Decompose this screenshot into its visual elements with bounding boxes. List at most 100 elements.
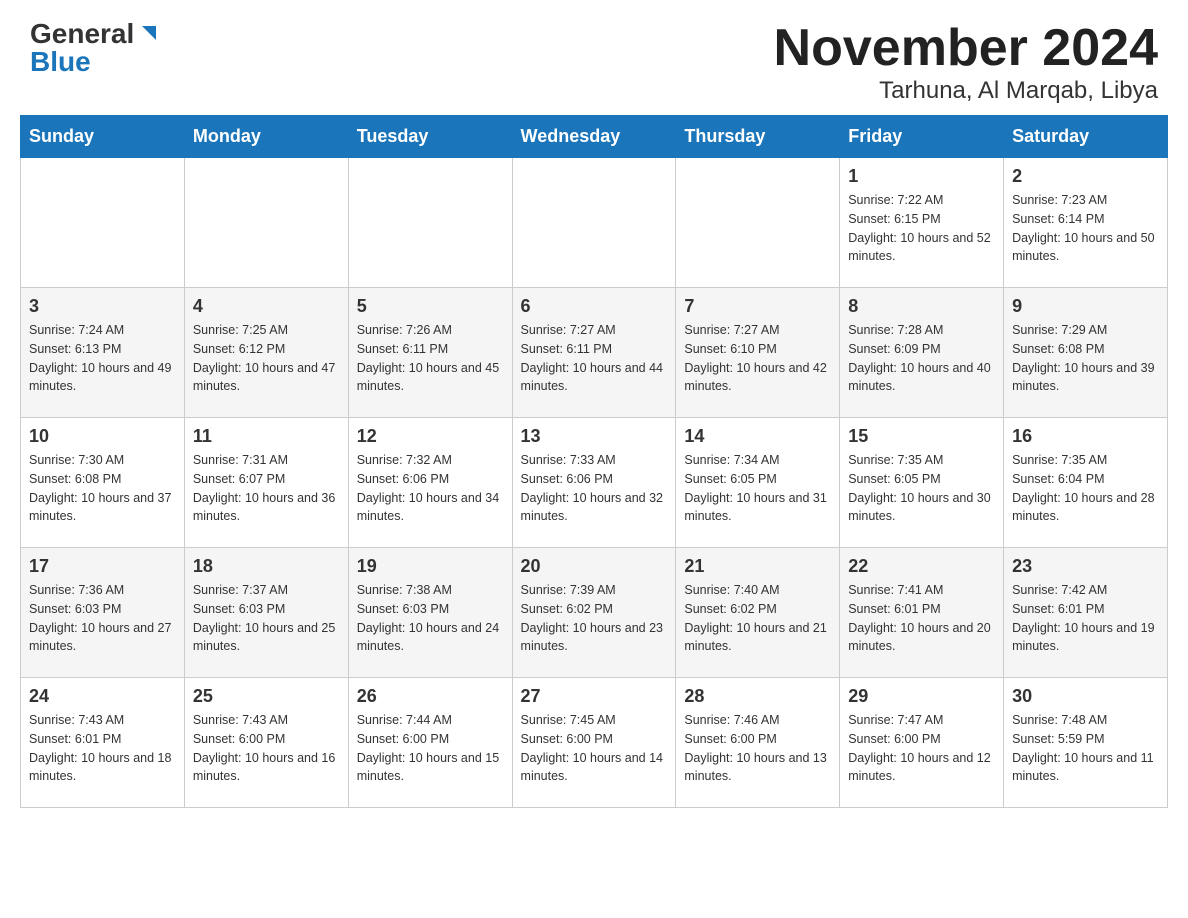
title-section: November 2024 Tarhuna, Al Marqab, Libya [774,20,1158,105]
calendar-header-thursday: Thursday [676,116,840,158]
day-info: Sunrise: 7:34 AMSunset: 6:05 PMDaylight:… [684,451,831,526]
calendar-cell [184,158,348,288]
calendar-cell [512,158,676,288]
calendar-cell: 2 Sunrise: 7:23 AMSunset: 6:14 PMDaylight… [1004,158,1168,288]
calendar-header-tuesday: Tuesday [348,116,512,158]
calendar-cell: 7Sunrise: 7:27 AMSunset: 6:10 PMDaylight… [676,288,840,418]
day-info: Sunrise: 7:29 AMSunset: 6:08 PMDaylight:… [1012,321,1159,396]
day-number: 7 [684,296,831,317]
day-number: 23 [1012,556,1159,577]
day-info: Sunrise: 7:38 AMSunset: 6:03 PMDaylight:… [357,581,504,656]
day-number: 18 [193,556,340,577]
day-info: Sunrise: 7:30 AMSunset: 6:08 PMDaylight:… [29,451,176,526]
calendar-cell: 27Sunrise: 7:45 AMSunset: 6:00 PMDayligh… [512,678,676,808]
calendar-cell: 5Sunrise: 7:26 AMSunset: 6:11 PMDaylight… [348,288,512,418]
day-number: 8 [848,296,995,317]
day-number: 4 [193,296,340,317]
day-number: 16 [1012,426,1159,447]
calendar-cell: 30 Sunrise: 7:48 AMSunset: 5:59 PMDayligh… [1004,678,1168,808]
day-number: 24 [29,686,176,707]
calendar-cell: 18 Sunrise: 7:37 AMSunset: 6:03 PMDayligh… [184,548,348,678]
day-info: Sunrise: 7:26 AMSunset: 6:11 PMDaylight:… [357,321,504,396]
calendar-cell: 24 Sunrise: 7:43 AMSunset: 6:01 PMDayligh… [21,678,185,808]
logo-blue-text: Blue [30,48,91,76]
calendar-container: SundayMondayTuesdayWednesdayThursdayFrid… [0,115,1188,828]
calendar-header-monday: Monday [184,116,348,158]
calendar-header-row: SundayMondayTuesdayWednesdayThursdayFrid… [21,116,1168,158]
logo: General Blue [30,20,158,76]
day-number: 2 [1012,166,1159,187]
day-info: Sunrise: 7:46 AMSunset: 6:00 PMDaylight:… [684,711,831,786]
day-info: Sunrise: 7:28 AMSunset: 6:09 PMDaylight:… [848,321,995,396]
header: General Blue November 2024 Tarhuna, Al M… [0,0,1188,115]
calendar-cell: 21 Sunrise: 7:40 AMSunset: 6:02 PMDayligh… [676,548,840,678]
day-info: Sunrise: 7:35 AMSunset: 6:04 PMDaylight:… [1012,451,1159,526]
day-number: 13 [521,426,668,447]
day-number: 6 [521,296,668,317]
calendar-cell: 9 Sunrise: 7:29 AMSunset: 6:08 PMDaylight… [1004,288,1168,418]
calendar-cell: 20Sunrise: 7:39 AMSunset: 6:02 PMDayligh… [512,548,676,678]
calendar-cell: 17 Sunrise: 7:36 AMSunset: 6:03 PMDayligh… [21,548,185,678]
calendar-table: SundayMondayTuesdayWednesdayThursdayFrid… [20,115,1168,808]
day-info: Sunrise: 7:25 AMSunset: 6:12 PMDaylight:… [193,321,340,396]
calendar-cell: 8 Sunrise: 7:28 AMSunset: 6:09 PMDaylight… [840,288,1004,418]
day-info: Sunrise: 7:35 AMSunset: 6:05 PMDaylight:… [848,451,995,526]
logo-icon [136,22,158,44]
calendar-cell: 16 Sunrise: 7:35 AMSunset: 6:04 PMDayligh… [1004,418,1168,548]
day-info: Sunrise: 7:43 AMSunset: 6:01 PMDaylight:… [29,711,176,786]
calendar-cell: 11 Sunrise: 7:31 AMSunset: 6:07 PMDayligh… [184,418,348,548]
day-info: Sunrise: 7:33 AMSunset: 6:06 PMDaylight:… [521,451,668,526]
calendar-subtitle: Tarhuna, Al Marqab, Libya [774,77,1158,105]
calendar-week-row: 3Sunrise: 7:24 AMSunset: 6:13 PMDaylight… [21,288,1168,418]
calendar-cell: 1Sunrise: 7:22 AMSunset: 6:15 PMDaylight… [840,158,1004,288]
calendar-header-sunday: Sunday [21,116,185,158]
calendar-week-row: 10Sunrise: 7:30 AMSunset: 6:08 PMDayligh… [21,418,1168,548]
day-info: Sunrise: 7:32 AMSunset: 6:06 PMDaylight:… [357,451,504,526]
calendar-header-wednesday: Wednesday [512,116,676,158]
day-number: 26 [357,686,504,707]
day-info: Sunrise: 7:48 AMSunset: 5:59 PMDaylight:… [1012,711,1159,786]
calendar-cell: 3Sunrise: 7:24 AMSunset: 6:13 PMDaylight… [21,288,185,418]
calendar-cell [21,158,185,288]
calendar-cell: 4 Sunrise: 7:25 AMSunset: 6:12 PMDaylight… [184,288,348,418]
day-info: Sunrise: 7:45 AMSunset: 6:00 PMDaylight:… [521,711,668,786]
day-number: 28 [684,686,831,707]
calendar-cell [348,158,512,288]
calendar-cell: 28 Sunrise: 7:46 AMSunset: 6:00 PMDayligh… [676,678,840,808]
calendar-cell: 29Sunrise: 7:47 AMSunset: 6:00 PMDayligh… [840,678,1004,808]
calendar-cell: 13 Sunrise: 7:33 AMSunset: 6:06 PMDayligh… [512,418,676,548]
calendar-cell: 23Sunrise: 7:42 AMSunset: 6:01 PMDayligh… [1004,548,1168,678]
day-info: Sunrise: 7:43 AMSunset: 6:00 PMDaylight:… [193,711,340,786]
day-info: Sunrise: 7:37 AMSunset: 6:03 PMDaylight:… [193,581,340,656]
calendar-week-row: 24 Sunrise: 7:43 AMSunset: 6:01 PMDayligh… [21,678,1168,808]
calendar-header-friday: Friday [840,116,1004,158]
day-info: Sunrise: 7:31 AMSunset: 6:07 PMDaylight:… [193,451,340,526]
day-info: Sunrise: 7:23 AMSunset: 6:14 PMDaylight:… [1012,191,1159,266]
calendar-cell: 22Sunrise: 7:41 AMSunset: 6:01 PMDayligh… [840,548,1004,678]
calendar-title: November 2024 [774,20,1158,77]
logo-general-text: General [30,20,134,48]
day-info: Sunrise: 7:36 AMSunset: 6:03 PMDaylight:… [29,581,176,656]
day-number: 21 [684,556,831,577]
day-info: Sunrise: 7:39 AMSunset: 6:02 PMDaylight:… [521,581,668,656]
day-number: 12 [357,426,504,447]
day-info: Sunrise: 7:27 AMSunset: 6:11 PMDaylight:… [521,321,668,396]
calendar-cell: 10Sunrise: 7:30 AMSunset: 6:08 PMDayligh… [21,418,185,548]
day-number: 19 [357,556,504,577]
day-number: 14 [684,426,831,447]
day-number: 1 [848,166,995,187]
day-number: 30 [1012,686,1159,707]
calendar-cell: 25Sunrise: 7:43 AMSunset: 6:00 PMDayligh… [184,678,348,808]
day-number: 11 [193,426,340,447]
calendar-cell: 12 Sunrise: 7:32 AMSunset: 6:06 PMDayligh… [348,418,512,548]
calendar-cell: 15Sunrise: 7:35 AMSunset: 6:05 PMDayligh… [840,418,1004,548]
day-number: 17 [29,556,176,577]
day-info: Sunrise: 7:24 AMSunset: 6:13 PMDaylight:… [29,321,176,396]
day-info: Sunrise: 7:40 AMSunset: 6:02 PMDaylight:… [684,581,831,656]
day-number: 22 [848,556,995,577]
day-number: 9 [1012,296,1159,317]
calendar-cell: 6 Sunrise: 7:27 AMSunset: 6:11 PMDaylight… [512,288,676,418]
calendar-week-row: 1Sunrise: 7:22 AMSunset: 6:15 PMDaylight… [21,158,1168,288]
day-info: Sunrise: 7:47 AMSunset: 6:00 PMDaylight:… [848,711,995,786]
calendar-header-saturday: Saturday [1004,116,1168,158]
